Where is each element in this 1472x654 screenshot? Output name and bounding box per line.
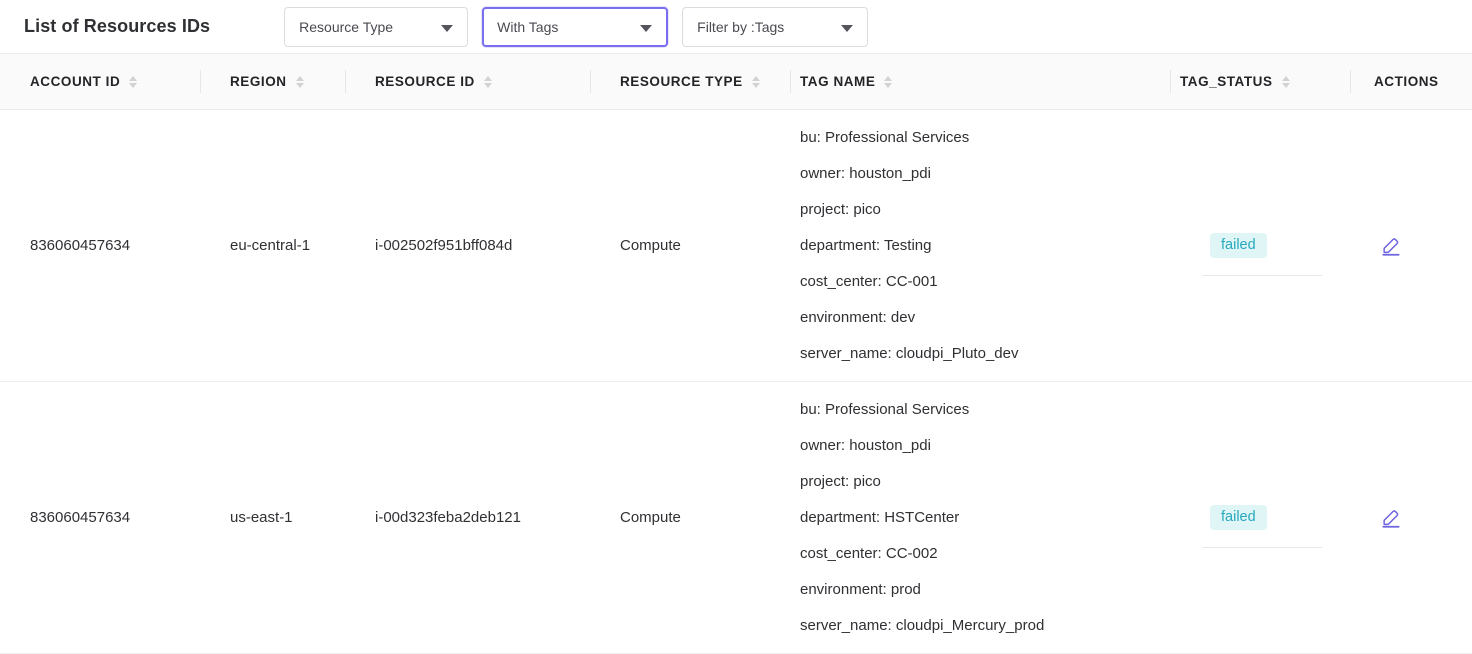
column-header-tag-status[interactable]: TAG_STATUS <box>1170 54 1350 110</box>
cell-tag-name: bu: Professional Services owner: houston… <box>790 382 1170 654</box>
sort-arrows-icon[interactable] <box>129 75 138 88</box>
column-header-resource-type[interactable]: RESOURCE TYPE <box>590 54 790 110</box>
edit-row-button[interactable] <box>1374 503 1408 533</box>
tag-line: cost_center: CC-001 <box>800 272 938 290</box>
tag-line: cost_center: CC-002 <box>800 544 938 562</box>
chevron-down-icon <box>640 24 653 32</box>
tag-line: bu: Professional Services <box>800 400 970 418</box>
chevron-down-icon <box>441 24 454 32</box>
cell-actions <box>1350 382 1472 654</box>
tag-line: department: HSTCenter <box>800 508 960 526</box>
tag-line: department: Testing <box>800 236 932 254</box>
resources-table: ACCOUNT ID REGION RESOURCE ID RESOURCE T… <box>0 53 1472 654</box>
cell-account-id: 836060457634 <box>30 509 131 526</box>
resource-type-select-label: Resource Type <box>299 18 394 35</box>
column-header-tag-name[interactable]: TAG NAME <box>790 54 1170 110</box>
filter-by-tags-select-label: Filter by :Tags <box>697 18 785 35</box>
column-header-label: TAG_STATUS <box>1180 74 1273 89</box>
table-header: ACCOUNT ID REGION RESOURCE ID RESOURCE T… <box>0 53 1472 110</box>
column-header-account-id[interactable]: ACCOUNT ID <box>0 54 200 110</box>
column-header-actions: ACTIONS <box>1350 54 1472 110</box>
pencil-icon <box>1382 237 1400 256</box>
filter-by-tags-select[interactable]: Filter by :Tags <box>682 6 869 47</box>
cell-region: us-east-1 <box>230 509 293 526</box>
tag-line: server_name: cloudpi_Mercury_prod <box>800 616 1045 634</box>
filter-bar: Resource Type With Tags Filter by :Tags <box>284 6 869 47</box>
page-title: List of Resources IDs <box>24 16 211 36</box>
table-row[interactable]: 836060457634 us-east-1 i-00d323feba2deb1… <box>0 382 1472 654</box>
tag-line: owner: houston_pdi <box>800 164 931 182</box>
status-divider <box>1202 546 1322 548</box>
toolbar: List of Resources IDs Resource Type With… <box>0 0 1472 53</box>
column-header-label: TAG NAME <box>800 74 876 89</box>
cell-tag-name: bu: Professional Services owner: houston… <box>790 110 1170 382</box>
cell-resource-type: Compute <box>620 237 681 254</box>
column-header-region[interactable]: REGION <box>200 54 345 110</box>
sort-arrows-icon[interactable] <box>751 75 760 88</box>
column-header-label: RESOURCE ID <box>375 74 475 89</box>
cell-actions <box>1350 110 1472 382</box>
chevron-down-icon <box>841 24 854 32</box>
column-header-label: REGION <box>230 74 287 89</box>
tag-line: project: pico <box>800 472 881 490</box>
column-header-resource-id[interactable]: RESOURCE ID <box>345 54 590 110</box>
sort-arrows-icon[interactable] <box>1281 75 1290 88</box>
with-tags-select-label: With Tags <box>497 18 559 35</box>
cell-resource-id: i-00d323feba2deb121 <box>375 509 521 526</box>
tag-line: bu: Professional Services <box>800 128 970 146</box>
sort-arrows-icon[interactable] <box>483 75 492 88</box>
status-badge: failed <box>1210 504 1267 531</box>
cell-account-id: 836060457634 <box>30 237 131 254</box>
tag-line: project: pico <box>800 200 881 218</box>
table-header-row: ACCOUNT ID REGION RESOURCE ID RESOURCE T… <box>0 53 1472 110</box>
table-body: 836060457634 eu-central-1 i-002502f951bf… <box>0 110 1472 654</box>
cell-region: eu-central-1 <box>230 237 311 254</box>
tag-line: server_name: cloudpi_Pluto_dev <box>800 344 1019 362</box>
tag-line: environment: prod <box>800 580 921 598</box>
table-row[interactable]: 836060457634 eu-central-1 i-002502f951bf… <box>0 110 1472 382</box>
column-header-label: ACCOUNT ID <box>30 74 121 89</box>
sort-arrows-icon[interactable] <box>295 75 304 88</box>
sort-arrows-icon[interactable] <box>884 75 893 88</box>
pencil-icon <box>1382 509 1400 528</box>
status-badge: failed <box>1210 232 1267 259</box>
resource-type-select[interactable]: Resource Type <box>284 6 469 47</box>
tag-line: owner: houston_pdi <box>800 436 931 454</box>
column-header-label: RESOURCE TYPE <box>620 74 743 89</box>
column-header-label: ACTIONS <box>1374 74 1439 89</box>
cell-resource-id: i-002502f951bff084d <box>375 237 513 254</box>
cell-tag-status: failed <box>1170 110 1350 382</box>
tag-line: environment: dev <box>800 308 916 326</box>
with-tags-select[interactable]: With Tags <box>482 6 669 47</box>
cell-resource-type: Compute <box>620 509 681 526</box>
status-divider <box>1202 274 1322 276</box>
cell-tag-status: failed <box>1170 382 1350 654</box>
edit-row-button[interactable] <box>1374 231 1408 261</box>
